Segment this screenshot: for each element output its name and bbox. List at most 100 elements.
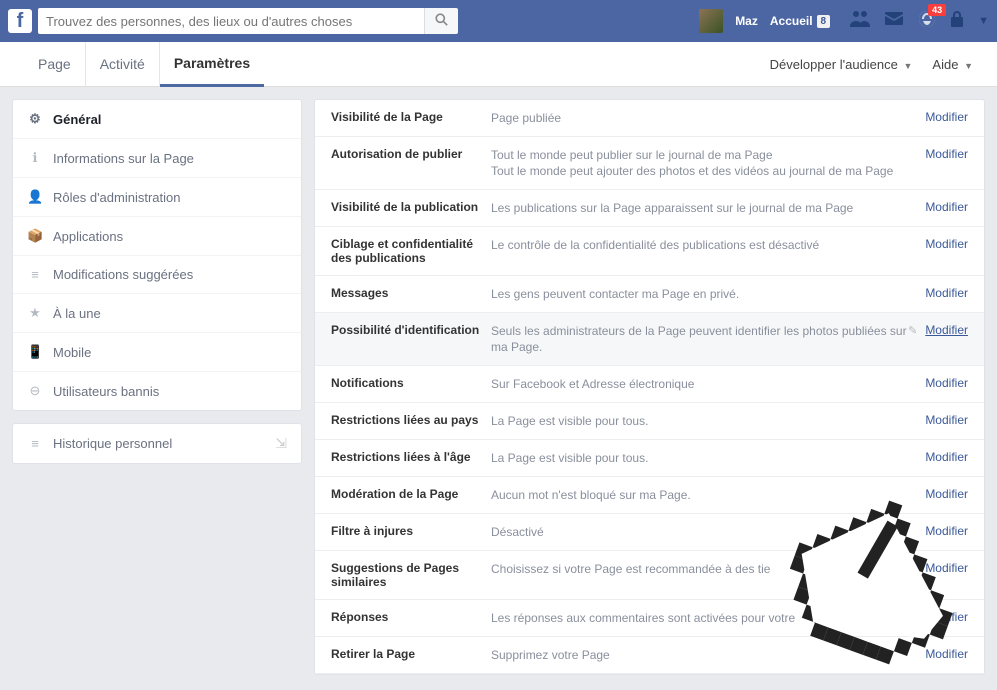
settings-dropdown-icon[interactable]: ▼: [978, 15, 989, 27]
edit-link[interactable]: Modifier: [925, 237, 968, 251]
settings-row-value-line: Page publiée: [491, 110, 925, 126]
settings-row-value: Aucun mot n'est bloqué sur ma Page.: [491, 487, 925, 503]
sidebar-item-label: Général: [53, 112, 101, 127]
facebook-logo[interactable]: f: [8, 9, 32, 33]
pencil-icon: ✎: [908, 324, 917, 337]
settings-row-actions: Modifier: [925, 376, 968, 390]
friend-requests-icon[interactable]: [850, 10, 870, 33]
tab-settings[interactable]: Paramètres: [160, 42, 264, 87]
home-label: Accueil: [770, 14, 813, 28]
edit-link[interactable]: Modifier: [925, 524, 968, 538]
sidebar-item-label: Modifications suggérées: [53, 267, 193, 282]
settings-row-value-line: Désactivé: [491, 524, 925, 540]
privacy-lock-icon[interactable]: [950, 11, 964, 32]
help-dropdown[interactable]: Aide ▼: [932, 57, 973, 72]
sidebar-icon: ≡: [27, 267, 43, 282]
settings-row: Filtre à injuresDésactivéModifier: [315, 514, 984, 551]
tab-activity[interactable]: Activité: [86, 42, 160, 87]
settings-row-actions: Modifier: [925, 147, 968, 161]
settings-row-actions: Modifier: [925, 561, 968, 575]
nav-icons: 43 ▼: [850, 10, 989, 33]
settings-row-value: Le contrôle de la confidentialité des pu…: [491, 237, 925, 253]
settings-row-value: Les gens peuvent contacter ma Page en pr…: [491, 286, 925, 302]
edit-link[interactable]: Modifier: [925, 110, 968, 124]
develop-audience-dropdown[interactable]: Développer l'audience ▼: [770, 57, 913, 72]
edit-link[interactable]: Modifier: [925, 147, 968, 161]
sidebar-icon: 📱: [27, 344, 43, 360]
settings-row-actions: Modifier: [925, 524, 968, 538]
settings-row-actions: Modifier: [925, 610, 968, 624]
avatar[interactable]: [699, 9, 723, 33]
sidebar-item[interactable]: ⊖Utilisateurs bannis: [13, 372, 301, 410]
settings-row: Modération de la PageAucun mot n'est blo…: [315, 477, 984, 514]
edit-link[interactable]: Modifier: [925, 487, 968, 501]
sidebar-item[interactable]: ⚙ Général: [13, 100, 301, 139]
sidebar-item[interactable]: ℹ Informations sur la Page: [13, 139, 301, 178]
messages-icon[interactable]: [884, 10, 904, 33]
edit-link[interactable]: Modifier: [925, 200, 968, 214]
edit-link[interactable]: Modifier: [925, 286, 968, 300]
sidebar-item[interactable]: 📦 Applications: [13, 217, 301, 256]
settings-row-label: Visibilité de la Page: [331, 110, 491, 124]
settings-row: Retirer la PageSupprimez votre PageModif…: [315, 637, 984, 674]
profile-link[interactable]: Maz: [735, 14, 758, 28]
sidebar-item[interactable]: ≡ Modifications suggérées: [13, 256, 301, 294]
edit-link[interactable]: Modifier: [925, 323, 968, 337]
settings-row-value-line: Les gens peuvent contacter ma Page en pr…: [491, 286, 925, 302]
settings-row-value-line: Aucun mot n'est bloqué sur ma Page.: [491, 487, 925, 503]
settings-row-value-line: Les réponses aux commentaires sont activ…: [491, 610, 925, 626]
notifications-icon[interactable]: 43: [918, 10, 936, 33]
settings-row-label: Réponses: [331, 610, 491, 624]
settings-row: RéponsesLes réponses aux commentaires so…: [315, 600, 984, 637]
sidebar-item-label: Applications: [53, 229, 123, 244]
sidebar-item-history[interactable]: ≡ Historique personnel ⇲: [13, 424, 301, 463]
sidebar-item[interactable]: 👤Rôles d'administration: [13, 178, 301, 217]
settings-row-actions: Modifier: [925, 487, 968, 501]
sidebar-item-label: Mobile: [53, 345, 91, 360]
settings-row: Restrictions liées au paysLa Page est vi…: [315, 403, 984, 440]
settings-row: Restrictions liées à l'âgeLa Page est vi…: [315, 440, 984, 477]
settings-row: NotificationsSur Facebook et Adresse éle…: [315, 366, 984, 403]
edit-link[interactable]: Modifier: [925, 450, 968, 464]
sidebar-icon: ⚙: [27, 111, 43, 127]
chevron-down-icon: ▼: [904, 61, 913, 71]
edit-link[interactable]: Modifier: [925, 647, 968, 661]
sidebar-item-label: Informations sur la Page: [53, 151, 194, 166]
help-label: Aide: [932, 57, 958, 72]
tab-page[interactable]: Page: [24, 42, 86, 87]
settings-row-actions: Modifier: [925, 286, 968, 300]
settings-row-label: Autorisation de publier: [331, 147, 491, 161]
sidebar-icon: 👤: [27, 189, 43, 205]
settings-row-actions: Modifier: [925, 450, 968, 464]
sidebar-item[interactable]: 📱 Mobile: [13, 333, 301, 372]
chevron-down-icon: ▼: [964, 61, 973, 71]
settings-row-label: Messages: [331, 286, 491, 300]
develop-audience-label: Développer l'audience: [770, 57, 898, 72]
settings-row-value-line: Supprimez votre Page: [491, 647, 925, 663]
edit-link[interactable]: Modifier: [925, 561, 968, 575]
home-link[interactable]: Accueil 8: [770, 14, 830, 28]
settings-row-label: Modération de la Page: [331, 487, 491, 501]
sidebar-history-box: ≡ Historique personnel ⇲: [12, 423, 302, 464]
search-input[interactable]: [38, 8, 424, 34]
top-nav: f Maz Accueil 8 43: [0, 0, 997, 42]
sidebar-item-label: À la une: [53, 306, 101, 321]
settings-row-label: Filtre à injures: [331, 524, 491, 538]
sidebar-item[interactable]: ★À la une: [13, 294, 301, 333]
edit-link[interactable]: Modifier: [925, 610, 968, 624]
sidebar-icon: ℹ: [27, 150, 43, 166]
settings-row: Ciblage et confidentialité des publicati…: [315, 227, 984, 276]
settings-row-value: Désactivé: [491, 524, 925, 540]
search-button[interactable]: [424, 8, 458, 34]
settings-row-value: Supprimez votre Page: [491, 647, 925, 663]
settings-row-actions: Modifier: [925, 200, 968, 214]
settings-row: Suggestions de Pages similairesChoisisse…: [315, 551, 984, 600]
expand-icon: ⇲: [275, 435, 287, 452]
settings-row-label: Ciblage et confidentialité des publicati…: [331, 237, 491, 265]
sidebar-icon: 📦: [27, 228, 43, 244]
settings-row-label: Restrictions liées au pays: [331, 413, 491, 427]
settings-row-value-line: Sur Facebook et Adresse électronique: [491, 376, 925, 392]
edit-link[interactable]: Modifier: [925, 413, 968, 427]
settings-row-label: Possibilité d'identification: [331, 323, 491, 337]
edit-link[interactable]: Modifier: [925, 376, 968, 390]
